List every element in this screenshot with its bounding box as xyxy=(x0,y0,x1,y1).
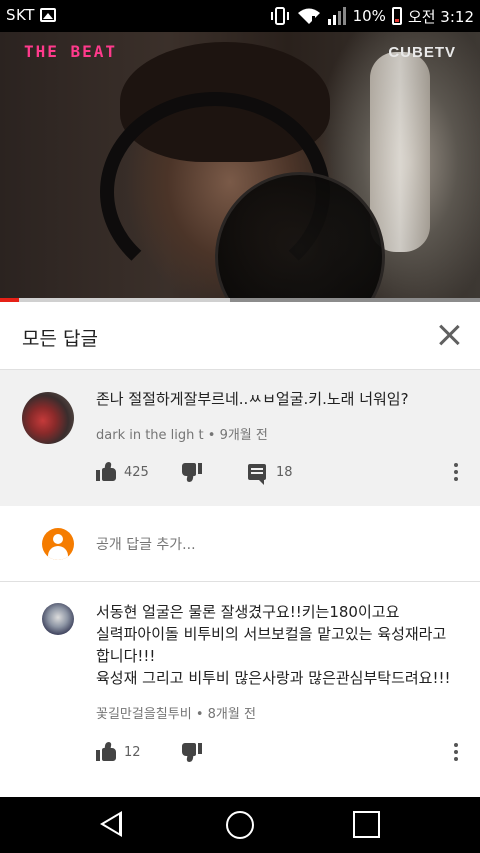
more-vert-icon xyxy=(454,463,458,481)
status-bar: SKT 10% 오전 3:12 xyxy=(0,0,480,32)
vibrate-icon xyxy=(270,7,289,25)
video-channel-watermark: CUBETV xyxy=(388,44,456,61)
wifi-icon xyxy=(297,8,320,24)
thumbs-down-icon xyxy=(182,742,202,762)
comment-meta: 꽃길만걸을칠투비 • 8개월 전 xyxy=(96,703,256,722)
avatar[interactable] xyxy=(42,603,74,635)
parent-comment: 존나 절절하게잘부르네..ㅆㅂ얼굴.키.노래 너워임? dark in the … xyxy=(0,370,480,506)
meta-separator: • xyxy=(195,707,208,722)
close-icon[interactable] xyxy=(436,322,462,348)
comment-icon xyxy=(248,464,266,485)
reply-text-line: 육성재 그리고 비투비 많은사랑과 많은관심부탁드려요!!! xyxy=(96,669,451,687)
back-icon[interactable] xyxy=(100,811,122,837)
dislike-button[interactable] xyxy=(182,740,202,764)
like-button[interactable]: 12 xyxy=(96,740,141,764)
reply-count-button[interactable]: 18 xyxy=(248,460,293,485)
comment-actions: 425 18 xyxy=(96,460,466,485)
comment-author[interactable]: 꽃길만걸을칠투비 xyxy=(96,707,192,722)
replies-title: 모든 답글 xyxy=(22,328,98,350)
carrier-label: SKT xyxy=(6,6,35,24)
meta-separator: • xyxy=(207,428,220,443)
more-vert-icon xyxy=(454,743,458,761)
video-frame-microphone xyxy=(370,52,430,252)
video-player[interactable]: THE BEAT CUBETV xyxy=(0,32,480,302)
user-avatar xyxy=(42,528,74,560)
reply-text-line: 서동현 얼굴은 물론 잘생겼구요!!키는180이고요 xyxy=(96,603,400,621)
replies-header: 모든 답글 xyxy=(0,302,480,370)
home-icon[interactable] xyxy=(226,811,254,839)
recent-apps-icon[interactable] xyxy=(353,811,380,838)
dislike-button[interactable] xyxy=(182,460,202,484)
comment-text: 존나 절절하게잘부르네..ㅆㅂ얼굴.키.노래 너워임? xyxy=(96,390,409,408)
thumbs-up-icon xyxy=(96,742,116,762)
comment-meta: dark in the ligh t • 9개월 전 xyxy=(96,424,268,443)
more-options-button[interactable] xyxy=(454,740,458,764)
battery-icon xyxy=(391,7,402,25)
like-count: 12 xyxy=(124,744,141,760)
comment-age: 8개월 전 xyxy=(207,707,256,722)
reply-text: 서동현 얼굴은 물론 잘생겼구요!!키는180이고요 실력파아이돌 비투비의 서… xyxy=(96,601,451,689)
battery-percent: 10% xyxy=(352,7,386,25)
add-reply-row: 공개 답글 추가... xyxy=(0,506,480,582)
like-count: 425 xyxy=(124,464,149,480)
more-options-button[interactable] xyxy=(454,460,458,484)
like-button[interactable]: 425 xyxy=(96,460,149,484)
reply-text-line: 실력파아이돌 비투비의 서브보컬을 맡고있는 육성재라고 xyxy=(96,625,447,643)
avatar[interactable] xyxy=(22,392,74,444)
reply-text-line: 합니다!!! xyxy=(96,647,156,665)
reply-count: 18 xyxy=(276,464,293,480)
comment-actions: 12 xyxy=(96,740,466,764)
system-nav-bar xyxy=(0,797,480,853)
thumbs-up-icon xyxy=(96,462,116,482)
signal-icon xyxy=(327,7,346,25)
video-brand-logo: THE BEAT xyxy=(24,42,118,61)
status-icons: 10% 오전 3:12 xyxy=(269,5,474,27)
comment-author[interactable]: dark in the ligh t xyxy=(96,428,204,443)
comment-age: 9개월 전 xyxy=(219,428,268,443)
reply-comment: 서동현 얼굴은 물론 잘생겼구요!!키는180이고요 실력파아이돌 비투비의 서… xyxy=(0,583,480,798)
clock: 오전 3:12 xyxy=(407,7,474,26)
reply-input[interactable]: 공개 답글 추가... xyxy=(96,534,196,554)
gallery-icon xyxy=(40,8,56,22)
thumbs-down-icon xyxy=(182,462,202,482)
